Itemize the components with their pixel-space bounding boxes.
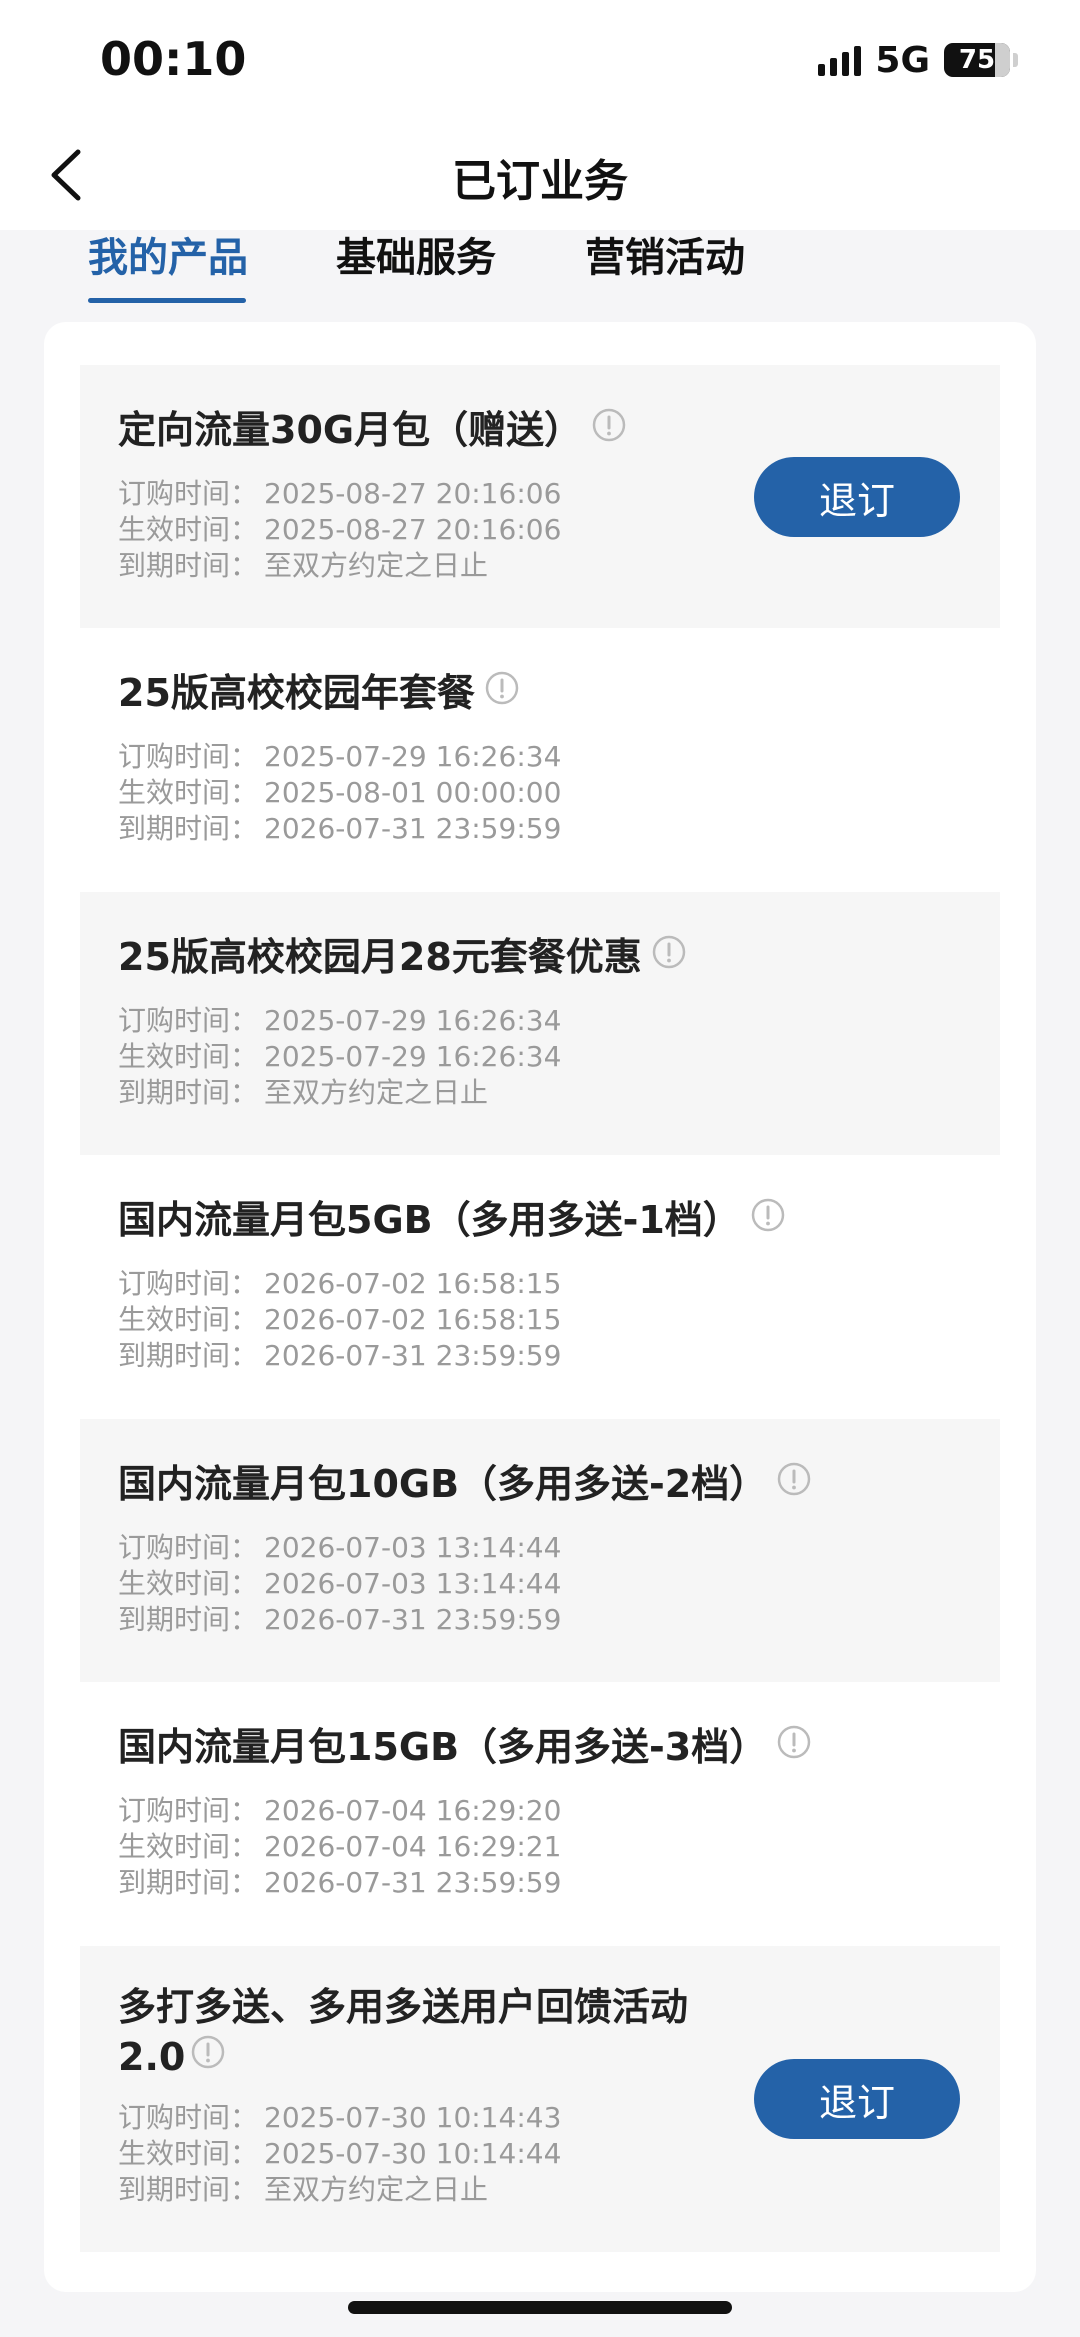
product-meta: 订购时间： 2026-07-03 13:14:44 生效时间： 2026-07-03… (118, 1530, 561, 1638)
network-type: 5G (875, 39, 930, 81)
effective-time-label: 生效时间： (118, 2137, 259, 2170)
effective-time: 2026-07-04 16:29:21 (264, 1830, 562, 1863)
expire-time-label: 到期时间： (118, 2173, 259, 2206)
expire-time-label: 到期时间： (118, 549, 259, 582)
product-name: 国内流量月包5GB（多用多送-1档） (118, 1198, 741, 1242)
product-name: 定向流量30G月包（赠送） (118, 408, 583, 452)
effective-time: 2025-08-27 20:16:06 (264, 513, 562, 546)
info-icon[interactable] (777, 1462, 811, 1496)
product-meta: 订购时间： 2025-08-27 20:16:06 生效时间： 2025-08-27… (118, 476, 561, 584)
product-title: 定向流量30G月包（赠送） (118, 405, 626, 455)
battery-percent: 75 (958, 45, 996, 75)
info-icon[interactable] (485, 671, 519, 705)
list-item: 25版高校校园年套餐 订购时间： 2025-07-29 16:26:34 生效时间… (80, 628, 1000, 892)
expire-time: 至双方约定之日止 (264, 2173, 489, 2206)
order-time: 2025-07-29 16:26:34 (264, 1004, 562, 1037)
order-time-label: 订购时间： (118, 477, 259, 510)
tab-bar: 我的产品 基础服务 营销活动 (0, 225, 1080, 305)
info-icon[interactable] (191, 2035, 225, 2069)
list-item: 国内流量月包15GB（多用多送-3档） 订购时间： 2026-07-04 16:2… (80, 1682, 1000, 1946)
tab-basic-services[interactable]: 基础服务 (336, 225, 496, 283)
active-tab-indicator (88, 298, 246, 303)
effective-time: 2025-07-29 16:26:34 (264, 1040, 562, 1073)
effective-time: 2026-07-03 13:14:44 (264, 1567, 562, 1600)
product-name: 25版高校校园月28元套餐优惠 (118, 935, 642, 979)
status-indicators: 5G 75 (818, 39, 1018, 81)
order-time: 2026-07-02 16:58:15 (264, 1267, 562, 1300)
expire-time: 2026-07-31 23:59:59 (264, 1339, 562, 1372)
product-meta: 订购时间： 2025-07-29 16:26:34 生效时间： 2025-07-29… (118, 1003, 561, 1111)
expire-time: 2026-07-31 23:59:59 (264, 812, 562, 845)
status-bar: 00:10 5G 75 (0, 0, 1080, 125)
expire-time: 至双方约定之日止 (264, 549, 489, 582)
effective-time-label: 生效时间： (118, 1830, 259, 1863)
product-name: 多打多送、多用多送用户回馈活动 (118, 1985, 689, 2029)
product-name-continued: 2.0 (118, 2035, 186, 2079)
order-time: 2025-07-29 16:26:34 (264, 740, 562, 773)
effective-time-label: 生效时间： (118, 1040, 259, 1073)
unsubscribe-button[interactable]: 退订 (754, 2059, 960, 2139)
effective-time: 2025-08-01 00:00:00 (264, 776, 562, 809)
status-time: 00:10 (100, 32, 247, 86)
page-title: 已订业务 (452, 156, 628, 207)
nav-bar: 已订业务 (0, 125, 1080, 230)
product-meta: 订购时间： 2026-07-02 16:58:15 生效时间： 2026-07-02… (118, 1266, 561, 1374)
order-time-label: 订购时间： (118, 1794, 259, 1827)
expire-time-label: 到期时间： (118, 1339, 259, 1372)
order-time-label: 订购时间： (118, 1267, 259, 1300)
product-meta: 订购时间： 2026-07-04 16:29:20 生效时间： 2026-07-04… (118, 1793, 561, 1901)
product-meta: 订购时间： 2025-07-29 16:26:34 生效时间： 2025-08-01… (118, 739, 561, 847)
order-time-label: 订购时间： (118, 2101, 259, 2134)
expire-time: 2026-07-31 23:59:59 (264, 1603, 562, 1636)
order-time-label: 订购时间： (118, 1004, 259, 1037)
info-icon[interactable] (751, 1198, 785, 1232)
product-list: 定向流量30G月包（赠送） 订购时间： 2025-08-27 20:16:06 生… (44, 322, 1036, 2292)
product-title: 国内流量月包10GB（多用多送-2档） (118, 1459, 811, 1509)
order-time: 2026-07-04 16:29:20 (264, 1794, 562, 1827)
home-indicator[interactable] (348, 2301, 732, 2314)
list-item: 国内流量月包5GB（多用多送-1档） 订购时间： 2026-07-02 16:58… (80, 1155, 1000, 1419)
order-time: 2025-07-30 10:14:43 (264, 2101, 562, 2134)
product-title: 国内流量月包5GB（多用多送-1档） (118, 1195, 785, 1245)
expire-time: 2026-07-31 23:59:59 (264, 1866, 562, 1899)
battery-icon: 75 (944, 43, 1018, 77)
info-icon[interactable] (652, 935, 686, 969)
effective-time-label: 生效时间： (118, 1567, 259, 1600)
unsubscribe-button[interactable]: 退订 (754, 457, 960, 537)
order-time: 2025-08-27 20:16:06 (264, 477, 562, 510)
signal-icon (818, 44, 862, 76)
tab-marketing[interactable]: 营销活动 (585, 225, 745, 283)
product-name: 25版高校校园年套餐 (118, 671, 475, 715)
list-item: 多打多送、多用多送用户回馈活动 2.0 订购时间： 2025-07-30 10:1… (80, 1946, 1000, 2252)
product-title: 25版高校校园月28元套餐优惠 (118, 932, 686, 982)
effective-time-label: 生效时间： (118, 1303, 259, 1336)
list-item: 25版高校校园月28元套餐优惠 订购时间： 2025-07-29 16:26:34… (80, 892, 1000, 1155)
info-icon[interactable] (777, 1725, 811, 1759)
list-item: 定向流量30G月包（赠送） 订购时间： 2025-08-27 20:16:06 生… (80, 365, 1000, 628)
expire-time-label: 到期时间： (118, 1866, 259, 1899)
effective-time-label: 生效时间： (118, 776, 259, 809)
expire-time: 至双方约定之日止 (264, 1076, 489, 1109)
info-icon[interactable] (592, 408, 626, 442)
product-title: 多打多送、多用多送用户回馈活动 2.0 (118, 1982, 688, 2082)
product-title: 国内流量月包15GB（多用多送-3档） (118, 1722, 811, 1772)
product-name: 国内流量月包15GB（多用多送-3档） (118, 1725, 768, 1769)
product-meta: 订购时间： 2025-07-30 10:14:43 生效时间： 2025-07-30… (118, 2100, 561, 2208)
effective-time-label: 生效时间： (118, 513, 259, 546)
expire-time-label: 到期时间： (118, 1603, 259, 1636)
product-name: 国内流量月包10GB（多用多送-2档） (118, 1462, 768, 1506)
tab-my-products[interactable]: 我的产品 (88, 225, 248, 283)
product-title: 25版高校校园年套餐 (118, 668, 519, 718)
effective-time: 2025-07-30 10:14:44 (264, 2137, 562, 2170)
effective-time: 2026-07-02 16:58:15 (264, 1303, 562, 1336)
order-time-label: 订购时间： (118, 1531, 259, 1564)
order-time: 2026-07-03 13:14:44 (264, 1531, 562, 1564)
list-item: 国内流量月包10GB（多用多送-2档） 订购时间： 2026-07-03 13:1… (80, 1419, 1000, 1682)
expire-time-label: 到期时间： (118, 1076, 259, 1109)
expire-time-label: 到期时间： (118, 812, 259, 845)
order-time-label: 订购时间： (118, 740, 259, 773)
